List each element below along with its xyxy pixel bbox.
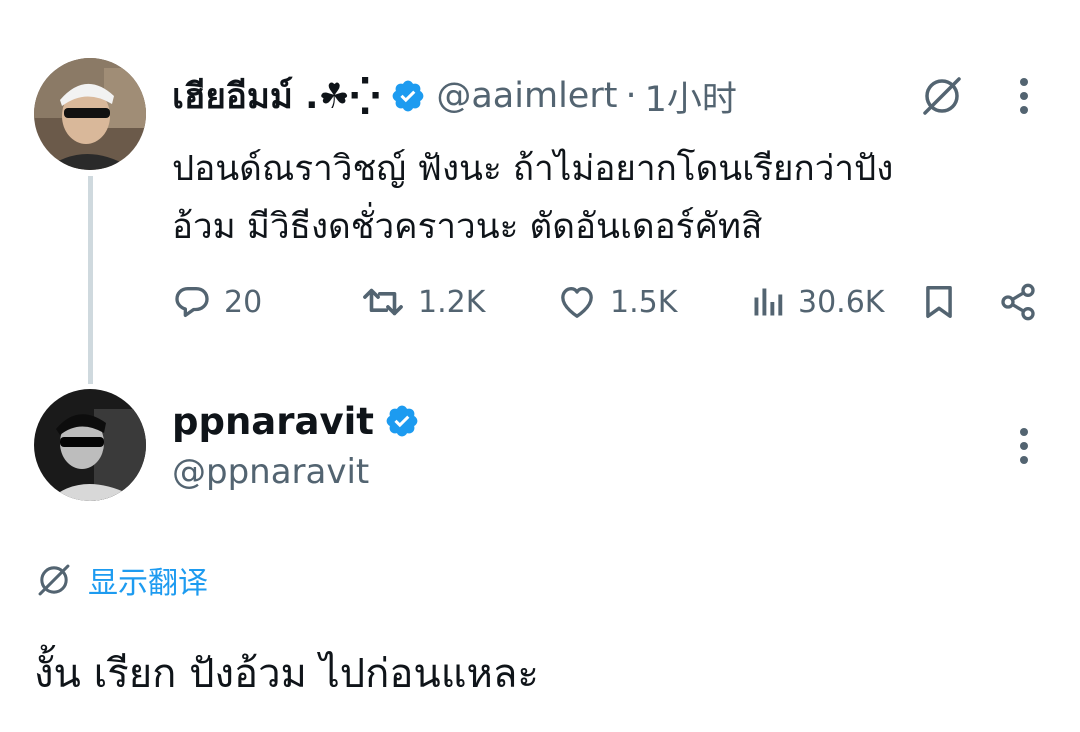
avatar[interactable] [34,58,146,170]
tweet-text: งั้น เรียก ปังอ้วม ไปก่อนแหละ [34,651,539,697]
show-translation-label[interactable]: 显示翻译 [88,558,208,602]
handle[interactable]: @ppnaravit [172,452,369,492]
parent-tweet[interactable]: เฮียอีมม์ .☘︎⁛ @aaimlert · 1小时 ปอนด์ณราว… [0,0,1080,390]
more-vertical-icon[interactable] [1002,72,1046,120]
timestamp[interactable]: 1小时 [645,71,737,122]
like-button[interactable]: 1.5K [556,274,677,330]
show-translation-link[interactable]: 显示翻译 [34,554,208,606]
views-button[interactable]: 30.6K [750,274,884,330]
tweet-header: เฮียอีมม์ .☘︎⁛ @aaimlert · 1小时 [172,68,737,124]
separator-dot: · [625,76,637,116]
views-icon [750,282,786,322]
avatar[interactable] [34,389,146,501]
retweet-button[interactable]: 1.2K [360,274,485,330]
bookmark-icon [920,282,958,322]
display-name[interactable]: ppnaravit [172,400,374,443]
retweet-icon [360,282,406,322]
share-button[interactable] [998,274,1050,330]
view-count: 30.6K [798,284,885,320]
like-count: 1.5K [610,284,678,320]
handle[interactable]: @aaimlert [436,76,617,116]
heart-icon [556,282,598,322]
reply-button[interactable]: 20 [172,274,262,330]
share-icon [998,282,1038,322]
retweet-count: 1.2K [418,284,486,320]
tweet-actions: 20 1.2K 1.5K 30.6K [172,274,1052,330]
tweet-text-line: ปอนด์ณราวิชญ์ ฟังนะ ถ้าไม่อยากโดนเรียกว่… [172,149,894,189]
translate-icon[interactable] [916,70,968,122]
thread-connector-line [88,176,93,384]
verified-badge-icon [384,403,420,439]
tweet-text: ปอนด์ณราวิชญ์ ฟังนะ ถ้าไม่อยากโดนเรียกว่… [172,140,1052,256]
tweet-header: ppnaravit [172,393,420,449]
display-name[interactable]: เฮียอีมม์ .☘︎⁛ [172,69,380,124]
reply-count: 20 [224,284,263,320]
verified-badge-icon [390,78,426,114]
translate-icon [34,560,74,600]
more-vertical-icon[interactable] [1002,422,1046,470]
tweet-text-line: อ้วม มีวิธีงดชั่วคราวนะ ตัดอันเดอร์คัทสิ [172,207,763,247]
reply-icon [172,282,212,322]
bookmark-button[interactable] [920,274,970,330]
